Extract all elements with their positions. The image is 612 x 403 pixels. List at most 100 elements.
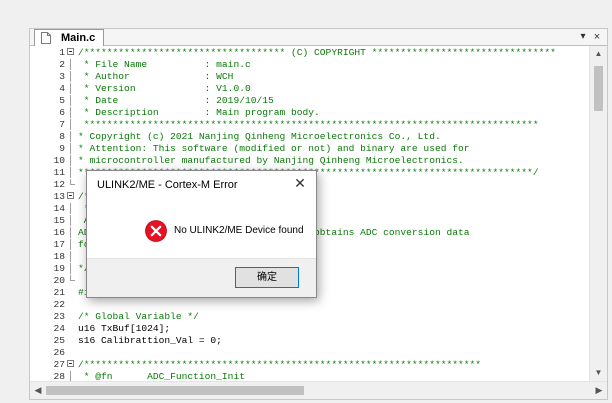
line-number: 9: [59, 143, 65, 154]
line-number: 26: [53, 347, 65, 358]
code-text: * Version : V1.0.0: [78, 83, 251, 94]
fold-guide-line: [67, 251, 75, 262]
fold-guide-line: [67, 167, 75, 178]
fold-collapse-icon[interactable]: [67, 47, 75, 58]
horizontal-scrollbar[interactable]: ◀ ▶: [30, 381, 607, 399]
line-number: 11: [53, 167, 65, 178]
scroll-left-icon[interactable]: ◀: [32, 382, 44, 399]
line-number: 23: [53, 311, 65, 322]
code-line: 24 u16 TxBuf[1024];: [30, 323, 588, 334]
tab-close-icon[interactable]: ×: [591, 30, 603, 44]
fold-guide-line: [67, 239, 75, 250]
code-line: 8 * Copyright (c) 2021 Nanjing Qinheng Mi…: [30, 131, 588, 142]
tab-list-dropdown-icon[interactable]: ▾: [577, 30, 589, 44]
fold-end-marker: [67, 275, 75, 286]
line-number: 4: [59, 83, 65, 94]
code-line: 9 * Attention: This software (modified or…: [30, 143, 588, 154]
line-number: 25: [53, 335, 65, 346]
fold-collapse-icon[interactable]: [67, 191, 75, 202]
fold-guide-line: [67, 227, 75, 238]
fold-collapse-icon[interactable]: [67, 359, 75, 370]
line-number: 2: [59, 59, 65, 70]
code-text: * Date : 2019/10/15: [78, 95, 274, 106]
code-line: 22: [30, 299, 588, 310]
fold-guide-line: [67, 203, 75, 214]
code-line: 10 * microcontroller manufactured by Nanj…: [30, 155, 588, 166]
code-text: /* Global Variable */: [78, 311, 199, 322]
fold-guide-line: [67, 71, 75, 82]
code-line: 28 * @fn ADC_Function_Init: [30, 371, 588, 381]
horizontal-scroll-thumb[interactable]: [46, 386, 304, 395]
tab-label: Main.c: [61, 32, 96, 44]
line-number: 28: [53, 371, 65, 381]
code-text: /*********************************** (C)…: [78, 47, 556, 58]
code-line: 6 * Description : Main program body.: [30, 107, 588, 118]
line-number: 5: [59, 95, 65, 106]
fold-guide-line: [67, 95, 75, 106]
code-line: 25 s16 Calibrattion_Val = 0;: [30, 335, 588, 346]
line-number: 19: [53, 263, 65, 274]
code-line: 26: [30, 347, 588, 358]
line-number: 27: [53, 359, 65, 370]
code-line: 23 /* Global Variable */: [30, 311, 588, 322]
line-number: 20: [53, 275, 65, 286]
line-number: 16: [53, 227, 65, 238]
fold-guide-line: [67, 83, 75, 94]
code-line: 7 **************************************…: [30, 119, 588, 130]
line-number: 17: [53, 239, 65, 250]
error-icon: [145, 220, 167, 242]
ok-button[interactable]: 确定: [235, 267, 299, 288]
fold-guide-line: [67, 155, 75, 166]
tab-strip: Main.c ▾ ×: [30, 29, 607, 46]
fold-guide-line: [67, 119, 75, 130]
code-text: s16 Calibrattion_Val = 0;: [78, 335, 222, 346]
dialog-body: No ULINK2/ME Device found: [87, 199, 316, 259]
dialog-close-icon[interactable]: ✕: [290, 174, 310, 192]
fold-guide-line: [67, 263, 75, 274]
fold-guide-line: [67, 215, 75, 226]
code-text: * Author : WCH: [78, 71, 234, 82]
code-line: 3 * Author : WCH: [30, 71, 588, 82]
line-number: 18: [53, 251, 65, 262]
fold-end-marker: [67, 179, 75, 190]
code-text: * @fn ADC_Function_Init: [78, 371, 245, 381]
code-text: * microcontroller manufactured by Nanjin…: [78, 155, 464, 166]
tab-main-c[interactable]: Main.c: [34, 29, 105, 46]
line-number: 8: [59, 131, 65, 142]
code-text: * Attention: This software (modified or …: [78, 143, 470, 154]
dialog-message: No ULINK2/ME Device found: [174, 225, 304, 236]
fold-guide-line: [67, 143, 75, 154]
vertical-scroll-thumb[interactable]: [594, 66, 603, 111]
code-text: ****************************************…: [78, 119, 539, 130]
line-number: 6: [59, 107, 65, 118]
scroll-down-icon[interactable]: ▼: [590, 367, 607, 379]
vertical-scrollbar[interactable]: ▲ ▼: [589, 46, 607, 381]
dialog-footer: 确定: [87, 258, 316, 297]
dialog-title: ULINK2/ME - Cortex-M Error: [97, 179, 238, 191]
line-number: 1: [59, 47, 65, 58]
scroll-up-icon[interactable]: ▲: [590, 48, 607, 60]
scroll-right-icon[interactable]: ▶: [593, 382, 605, 399]
line-number: 21: [53, 287, 65, 298]
line-number: 3: [59, 71, 65, 82]
file-icon: [41, 32, 51, 44]
line-number: 14: [53, 203, 65, 214]
code-text: * Description : Main program body.: [78, 107, 320, 118]
ide-window: Main.c ▾ × 1 /***************************…: [0, 0, 612, 403]
code-text: * File Name : main.c: [78, 59, 251, 70]
fold-guide-line: [67, 107, 75, 118]
line-number: 13: [53, 191, 65, 202]
line-number: 22: [53, 299, 65, 310]
code-line: 4 * Version : V1.0.0: [30, 83, 588, 94]
line-number: 12: [53, 179, 65, 190]
line-number: 10: [53, 155, 65, 166]
fold-guide-line: [67, 59, 75, 70]
code-line: 27 /*************************************…: [30, 359, 588, 370]
line-number: 24: [53, 323, 65, 334]
line-number: 15: [53, 215, 65, 226]
code-line: 5 * Date : 2019/10/15: [30, 95, 588, 106]
code-text: * Copyright (c) 2021 Nanjing Qinheng Mic…: [78, 131, 441, 142]
code-text: u16 TxBuf[1024];: [78, 323, 171, 334]
line-number: 7: [59, 119, 65, 130]
fold-guide-line: [67, 131, 75, 142]
